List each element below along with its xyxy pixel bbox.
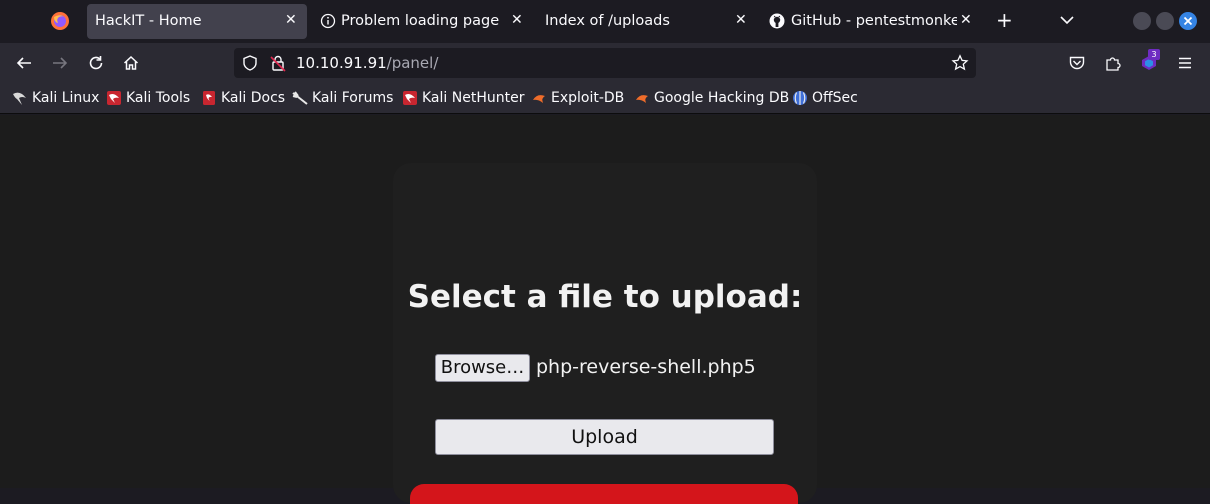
nav-toolbar: 10.10.91.91/panel/ 3 bbox=[0, 43, 1210, 83]
insecure-lock-icon[interactable] bbox=[269, 54, 287, 72]
close-icon[interactable]: ✕ bbox=[285, 12, 297, 28]
minimize-button[interactable] bbox=[1133, 12, 1151, 30]
selected-file-name: php-reverse-shell.php5 bbox=[536, 356, 756, 378]
tab-strip: HackIT - Home ✕ Problem loading page ✕ I… bbox=[0, 0, 1210, 43]
home-icon[interactable] bbox=[122, 54, 140, 72]
kali-forums-icon bbox=[292, 91, 308, 105]
bookmark-label: Exploit-DB bbox=[551, 90, 625, 106]
bookmark-label: OffSec bbox=[812, 90, 858, 106]
back-arrow-icon[interactable] bbox=[15, 54, 33, 72]
new-tab-button[interactable]: + bbox=[996, 10, 1013, 30]
info-icon bbox=[320, 13, 336, 29]
red-banner bbox=[410, 484, 798, 504]
bookmark-kali-forums[interactable]: Kali Forums bbox=[292, 90, 393, 106]
close-icon[interactable]: ✕ bbox=[735, 12, 747, 28]
bookmark-kali-tools[interactable]: Kali Tools bbox=[106, 90, 190, 106]
tab-index-uploads[interactable]: Index of /uploads ✕ bbox=[537, 4, 757, 39]
star-icon[interactable] bbox=[951, 54, 969, 72]
close-icon[interactable]: ✕ bbox=[511, 12, 523, 28]
bookmark-label: Kali Tools bbox=[126, 90, 191, 106]
tab-label: Index of /uploads bbox=[545, 13, 670, 29]
kali-nethunter-icon bbox=[403, 91, 417, 105]
github-icon bbox=[769, 13, 785, 29]
upload-heading: Select a file to upload: bbox=[407, 279, 803, 315]
shield-icon[interactable] bbox=[241, 54, 259, 72]
url-path: /panel/ bbox=[386, 54, 439, 72]
tab-label: GitHub - pentestmonkey/ bbox=[791, 13, 957, 29]
url-text[interactable]: 10.10.91.91/panel/ bbox=[296, 54, 438, 72]
bookmark-label: Kali Forums bbox=[312, 90, 394, 106]
tab-problem-loading[interactable]: Problem loading page ✕ bbox=[313, 4, 533, 39]
bookmark-kali-nethunter[interactable]: Kali NetHunter bbox=[402, 90, 524, 106]
browse-button[interactable]: Browse… bbox=[435, 354, 530, 382]
bookmark-offsec[interactable]: OffSec bbox=[792, 90, 858, 106]
pocket-icon[interactable] bbox=[1068, 54, 1086, 72]
bookmark-label: Kali Docs bbox=[221, 90, 286, 106]
tab-hackit-home[interactable]: HackIT - Home ✕ bbox=[87, 4, 307, 39]
url-bar[interactable]: 10.10.91.91/panel/ bbox=[234, 48, 976, 78]
bookmark-exploit-db[interactable]: Exploit-DB bbox=[531, 90, 624, 106]
close-icon bbox=[1183, 16, 1193, 26]
url-host: 10.10.91.91 bbox=[296, 54, 387, 72]
kali-tools-icon bbox=[107, 91, 121, 105]
reload-icon[interactable] bbox=[87, 54, 105, 72]
page-content: Select a file to upload: Browse… php-rev… bbox=[0, 115, 1210, 504]
bookmark-label: Kali NetHunter bbox=[422, 90, 525, 106]
kali-dragon-icon bbox=[13, 92, 26, 105]
tab-label: Problem loading page bbox=[341, 13, 500, 29]
bookmark-kali-linux[interactable]: Kali Linux bbox=[12, 90, 99, 106]
window-close-button[interactable] bbox=[1179, 12, 1197, 30]
google-hacking-db-icon bbox=[636, 95, 648, 103]
bookmark-kali-docs[interactable]: Kali Docs bbox=[201, 90, 285, 106]
maximize-button[interactable] bbox=[1156, 12, 1174, 30]
close-icon[interactable]: ✕ bbox=[960, 12, 972, 28]
tab-github[interactable]: GitHub - pentestmonkey/ ✕ bbox=[762, 4, 982, 39]
upload-button[interactable]: Upload bbox=[435, 419, 774, 455]
kali-docs-icon bbox=[203, 91, 215, 105]
exploit-db-icon bbox=[533, 95, 545, 103]
bookmark-label: Kali Linux bbox=[32, 90, 100, 106]
bookmarks-toolbar: Kali Linux Kali Tools Kali Docs Kali For… bbox=[0, 83, 1210, 114]
hamburger-menu-icon[interactable] bbox=[1176, 54, 1194, 72]
extension-badge: 3 bbox=[1148, 49, 1160, 60]
firefox-icon[interactable] bbox=[50, 11, 70, 31]
bookmark-label: Google Hacking DB bbox=[654, 90, 790, 106]
extensions-icon[interactable] bbox=[1104, 54, 1122, 72]
offsec-icon bbox=[793, 91, 807, 105]
forward-arrow-icon[interactable] bbox=[51, 54, 69, 72]
tab-label: HackIT - Home bbox=[95, 13, 202, 29]
chevron-down-icon[interactable] bbox=[1059, 12, 1075, 28]
bookmark-google-hacking-db[interactable]: Google Hacking DB bbox=[634, 90, 789, 106]
